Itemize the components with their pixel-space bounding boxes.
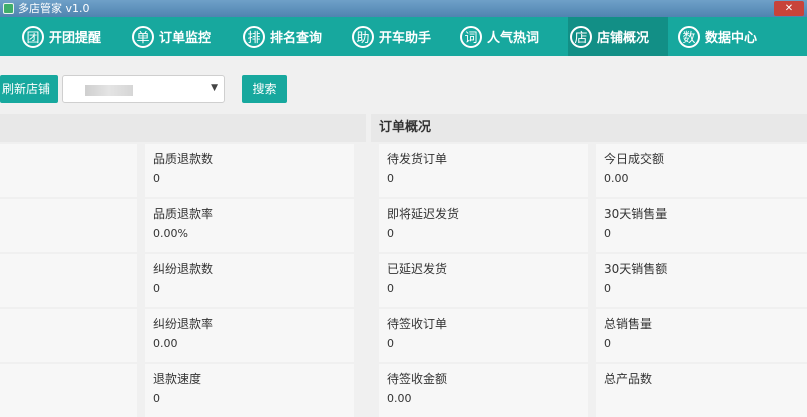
nav-item-label: 人气热词 (487, 31, 540, 46)
dan-circle-icon: 单 (132, 25, 154, 48)
left-blank-cell (0, 144, 137, 197)
stat-today-turnover: 今日成交额 0.00 (596, 144, 807, 197)
stat-30day-sales-amount: 30天销售额 0 (596, 254, 807, 307)
stat-pending-shipment-orders: 待发货订单 0 (379, 144, 588, 197)
stat-total-product-count: 总产品数 (596, 364, 807, 417)
stat-label: 总产品数 (604, 372, 653, 386)
stat-pending-receipt-orders: 待签收订单 0 (379, 309, 588, 362)
left-blank-cell (0, 254, 137, 307)
stat-value: 0.00 (387, 392, 412, 405)
stat-pending-receipt-amount: 待签收金额 0.00 (379, 364, 588, 417)
nav-item-ranking-query[interactable]: 排 排名查询 (243, 17, 343, 56)
stat-label: 30天销售额 (604, 262, 668, 276)
stat-label: 30天销售量 (604, 207, 668, 221)
stat-label: 待签收金额 (387, 372, 448, 386)
stat-value: 0 (604, 227, 611, 240)
stat-label: 纠纷退款数 (153, 262, 214, 276)
stat-dispute-refund-count: 纠纷退款数 0 (145, 254, 354, 307)
stat-value: 0 (153, 282, 160, 295)
left-blank-cell (0, 199, 137, 252)
stat-quality-refund-rate: 品质退款率 0.00% (145, 199, 354, 252)
nav-item-order-monitor[interactable]: 单 订单监控 (132, 17, 232, 56)
search-button[interactable]: 搜索 (242, 75, 287, 103)
stat-value: 0 (387, 227, 394, 240)
tuan-circle-icon: 团 (22, 25, 44, 48)
nav-item-label: 店铺概况 (597, 31, 650, 46)
stat-value: 0.00 (604, 172, 629, 185)
left-panel-header (0, 114, 366, 142)
stat-value: 0 (604, 282, 611, 295)
nav-item-label: 数据中心 (705, 31, 758, 46)
order-overview-header: 订单概况 (371, 114, 807, 142)
stat-value: 0 (387, 282, 394, 295)
stat-label: 即将延迟发货 (387, 207, 460, 221)
stat-label: 今日成交额 (604, 152, 665, 166)
nav-item-label: 开团提醒 (49, 31, 102, 46)
stat-refund-speed: 退款速度 0 (145, 364, 354, 417)
stat-label: 纠纷退款率 (153, 317, 214, 331)
stat-label: 总销售量 (604, 317, 653, 331)
nav-item-hot-keywords[interactable]: 词 人气热词 (460, 17, 560, 56)
stat-value: 0.00 (153, 337, 178, 350)
nav-item-data-center[interactable]: 数 数据中心 (678, 17, 778, 56)
shu-circle-icon: 数 (678, 25, 700, 48)
stat-dispute-refund-rate: 纠纷退款率 0.00 (145, 309, 354, 362)
nav-item-label: 排名查询 (270, 31, 323, 46)
window-titlebar[interactable]: 多店管家 v1.0 ✕ (0, 0, 807, 17)
stat-value: 0 (153, 392, 160, 405)
nav-item-group-reminder[interactable]: 团 开团提醒 (22, 17, 110, 56)
toolbar: 刷新店铺 ▼ 搜索 (0, 56, 807, 114)
stat-30day-sales-volume: 30天销售量 0 (596, 199, 807, 252)
ci-circle-icon: 词 (460, 25, 482, 48)
shop-name-redacted (85, 85, 133, 96)
window-title: 多店管家 v1.0 (18, 2, 90, 15)
stat-label: 已延迟发货 (387, 262, 448, 276)
stat-label: 待发货订单 (387, 152, 448, 166)
stat-label: 品质退款率 (153, 207, 214, 221)
stat-quality-refund-count: 品质退款数 0 (145, 144, 354, 197)
stat-about-to-delay: 即将延迟发货 0 (379, 199, 588, 252)
close-button[interactable]: ✕ (774, 1, 804, 16)
pai-circle-icon: 排 (243, 25, 265, 48)
stat-label: 待签收订单 (387, 317, 448, 331)
app-icon (3, 3, 14, 14)
dian-circle-icon: 店 (570, 25, 592, 48)
shop-select[interactable]: ▼ (62, 75, 225, 103)
chevron-down-icon: ▼ (211, 83, 218, 93)
stat-label: 退款速度 (153, 372, 202, 386)
stat-value: 0 (604, 337, 611, 350)
panel-divider (366, 114, 371, 400)
left-blank-cell (0, 309, 137, 362)
stat-label: 品质退款数 (153, 152, 214, 166)
stat-delayed-shipment: 已延迟发货 0 (379, 254, 588, 307)
stat-value: 0 (153, 172, 160, 185)
main-nav: 团 开团提醒 单 订单监控 排 排名查询 助 开车助手 词 人气热词 店 店铺概… (0, 17, 807, 56)
stat-total-sales-volume: 总销售量 0 (596, 309, 807, 362)
left-blank-cell (0, 364, 137, 417)
stat-value: 0.00% (153, 227, 188, 240)
zhu-circle-icon: 助 (352, 25, 374, 48)
nav-item-label: 开车助手 (379, 31, 432, 46)
nav-item-driving-assistant[interactable]: 助 开车助手 (352, 17, 452, 56)
nav-item-shop-overview[interactable]: 店 店铺概况 (568, 17, 668, 56)
refresh-shops-button[interactable]: 刷新店铺 (0, 75, 58, 103)
nav-item-label: 订单监控 (159, 31, 212, 46)
stat-value: 0 (387, 337, 394, 350)
stat-value: 0 (387, 172, 394, 185)
